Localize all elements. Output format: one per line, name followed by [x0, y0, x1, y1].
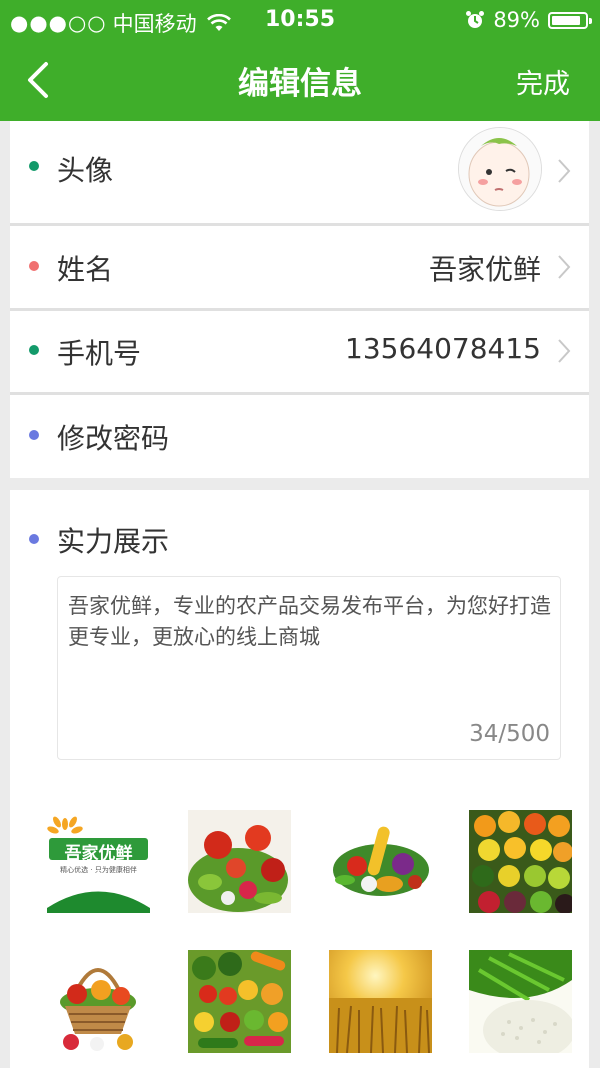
vegetables-image[interactable] — [188, 810, 291, 913]
logo-title: 吾家优鲜 — [64, 844, 133, 864]
vegetable-assortment-image[interactable] — [329, 810, 432, 913]
description-text: 吾家优鲜，专业的农产品交易发布平台，为您好打造更专业，更放心的线上商城 — [68, 594, 551, 649]
wheat-field-image-art — [329, 950, 432, 1053]
profile-card: 头像 姓名 吾家优鲜 手机号 13564078415 修改密码 — [10, 121, 589, 478]
page-title: 编辑信息 — [238, 66, 362, 102]
fruit-assortment-image-art — [469, 810, 572, 913]
bullet-dot — [29, 161, 39, 171]
name-label: 姓名 — [57, 253, 114, 286]
name-row[interactable]: 姓名 吾家优鲜 — [10, 226, 589, 308]
bullet-dot — [29, 261, 39, 271]
showcase-label: 实力展示 — [57, 525, 170, 558]
fruit-basket-image[interactable] — [47, 950, 150, 1053]
avatar-row[interactable]: 头像 — [10, 121, 589, 223]
cartoon-baby-avatar-icon — [459, 128, 541, 210]
alarm-icon — [466, 11, 485, 28]
produce-pile-image[interactable] — [188, 950, 291, 1053]
phone-label: 手机号 — [57, 337, 142, 370]
character-counter: 34/500 — [469, 721, 550, 747]
description-textarea[interactable]: 吾家优鲜，专业的农产品交易发布平台，为您好打造更专业，更放心的线上商城 34/5… — [57, 576, 561, 760]
phone-value: 13564078415 — [345, 332, 541, 365]
rice-image[interactable] — [469, 950, 572, 1053]
fruit-assortment-image[interactable] — [469, 810, 572, 913]
change-password-row[interactable]: 修改密码 — [10, 395, 589, 478]
fruit-basket-image-art — [47, 950, 150, 1053]
nav-bar: 编辑信息 完成 — [0, 40, 600, 121]
bullet-dot — [29, 534, 39, 544]
status-right: 89% — [465, 8, 592, 32]
phone-row[interactable]: 手机号 13564078415 — [10, 311, 589, 392]
status-bar: ●●●○○ 中国移动 10:55 89% — [0, 0, 600, 40]
produce-pile-image-art — [188, 950, 291, 1053]
chevron-right-icon — [558, 339, 571, 363]
logo-thumbnail[interactable]: 吾家优鲜 精心优选 · 只为健康相伴 — [47, 810, 150, 913]
showcase-card: 实力展示 吾家优鲜，专业的农产品交易发布平台，为您好打造更专业，更放心的线上商城… — [10, 490, 589, 1068]
vegetable-assortment-image-art — [329, 810, 432, 913]
wheat-field-image[interactable] — [329, 950, 432, 1053]
change-password-label: 修改密码 — [57, 422, 170, 455]
logo-tagline: 精心优选 · 只为健康相伴 — [60, 866, 137, 874]
bullet-dot — [29, 345, 39, 355]
vegetables-image-art — [188, 810, 291, 913]
name-value: 吾家优鲜 — [428, 253, 541, 286]
battery-icon — [548, 11, 592, 29]
avatar — [458, 127, 542, 211]
avatar-label: 头像 — [57, 154, 114, 187]
chevron-right-icon — [558, 255, 571, 279]
chevron-right-icon — [558, 159, 571, 183]
battery-percent: 89% — [493, 8, 540, 32]
rice-image-art — [469, 950, 572, 1053]
done-button[interactable]: 完成 — [516, 62, 570, 101]
bullet-dot — [29, 430, 39, 440]
